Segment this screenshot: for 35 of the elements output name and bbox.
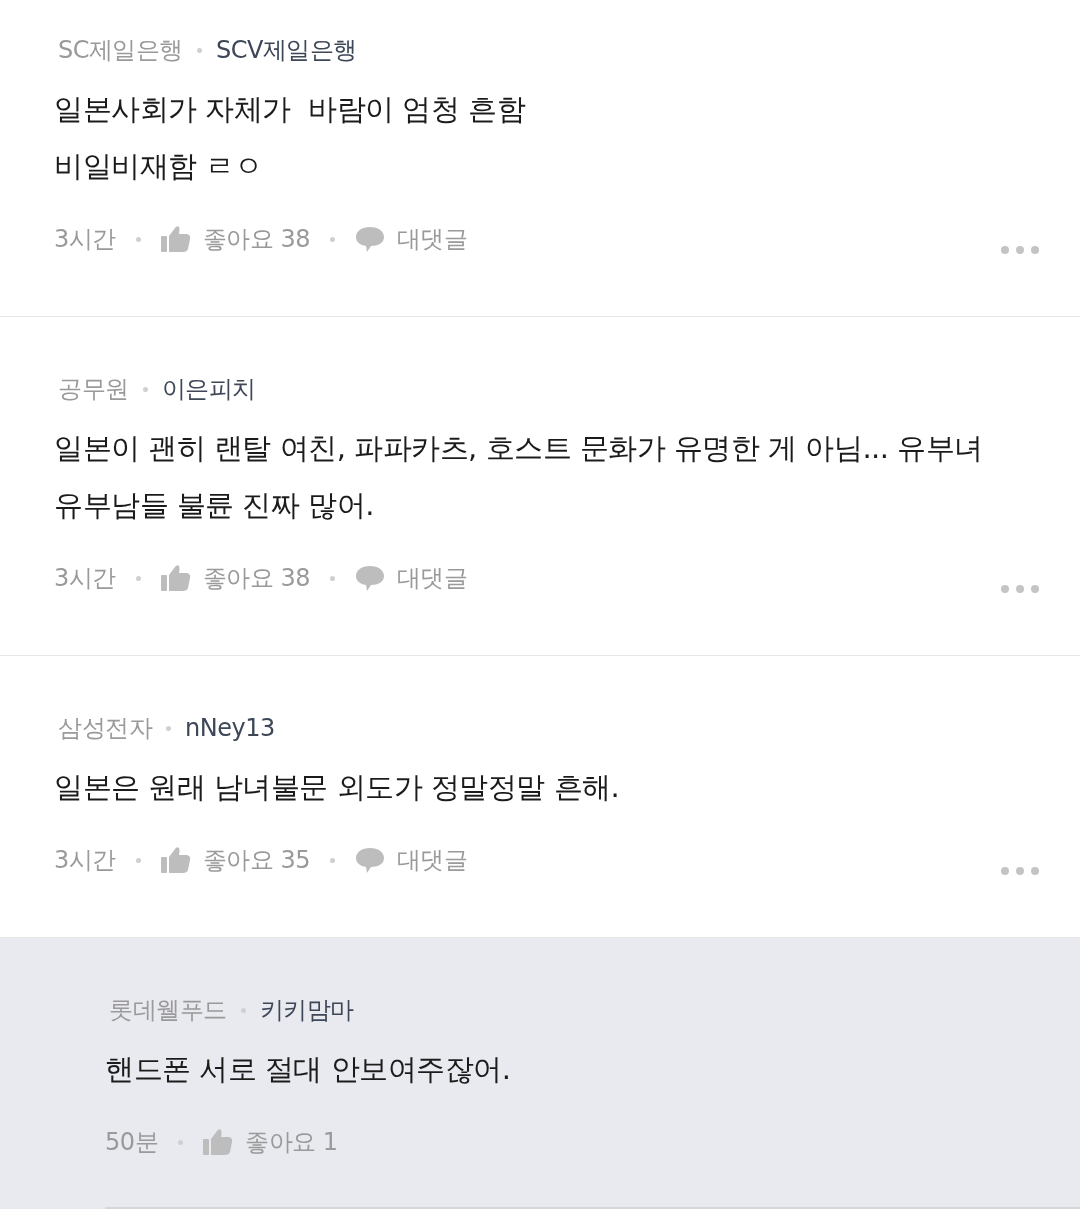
nickname[interactable]: SCV제일은행 <box>216 32 357 68</box>
thumbs-up-icon <box>160 564 191 592</box>
comment-text: 일본사회가 자체가 바람이 엄청 흔함 <box>54 91 526 128</box>
like-button[interactable]: 좋아요 38 <box>160 221 310 257</box>
time-label: 3시간 <box>54 845 116 876</box>
time-label: 3시간 <box>54 563 116 594</box>
time-label: 50분 <box>105 1127 159 1158</box>
speech-bubble-icon <box>354 564 385 592</box>
time-label: 3시간 <box>54 224 116 255</box>
company-name: 삼성전자 <box>57 713 152 744</box>
comment-text: 비일비재함 ㄹㅇ <box>54 148 263 185</box>
more-icon[interactable] <box>1000 584 1040 594</box>
comment-text: 유부남들 불륜 진짜 많어. <box>54 487 374 524</box>
nickname[interactable]: 키키맘마 <box>259 992 354 1028</box>
comment-text: 일본이 괜히 랜탈 여친, 파파카츠, 호스트 문화가 유명한 게 아님... 유부녀 <box>54 430 983 467</box>
nickname[interactable]: 이은피치 <box>161 371 256 407</box>
reply-button[interactable]: 대댓글 <box>354 560 468 596</box>
comment-text: 핸드폰 서로 절대 안보여주잖어. <box>105 1051 511 1088</box>
like-button[interactable]: 좋아요 38 <box>160 560 310 596</box>
comment-text: 일본은 원래 남녀불문 외도가 정말정말 흔해. <box>54 769 620 806</box>
more-icon[interactable] <box>1000 866 1040 876</box>
thumbs-up-icon <box>160 846 191 874</box>
reply-button[interactable]: 대댓글 <box>354 842 468 878</box>
thumbs-up-icon <box>160 225 191 253</box>
more-icon[interactable] <box>1000 245 1040 255</box>
company-name: SC제일은행 <box>57 35 183 66</box>
company-name: 공무원 <box>57 374 129 405</box>
nickname[interactable]: nNey13 <box>185 710 275 746</box>
thumbs-up-icon <box>203 1128 234 1156</box>
like-button[interactable]: 좋아요 35 <box>160 842 310 878</box>
speech-bubble-icon <box>354 846 385 874</box>
like-button[interactable]: 좋아요 1 <box>203 1124 338 1160</box>
company-name: 롯데웰푸드 <box>108 995 227 1026</box>
speech-bubble-icon <box>354 225 385 253</box>
reply-button[interactable]: 대댓글 <box>354 221 468 257</box>
